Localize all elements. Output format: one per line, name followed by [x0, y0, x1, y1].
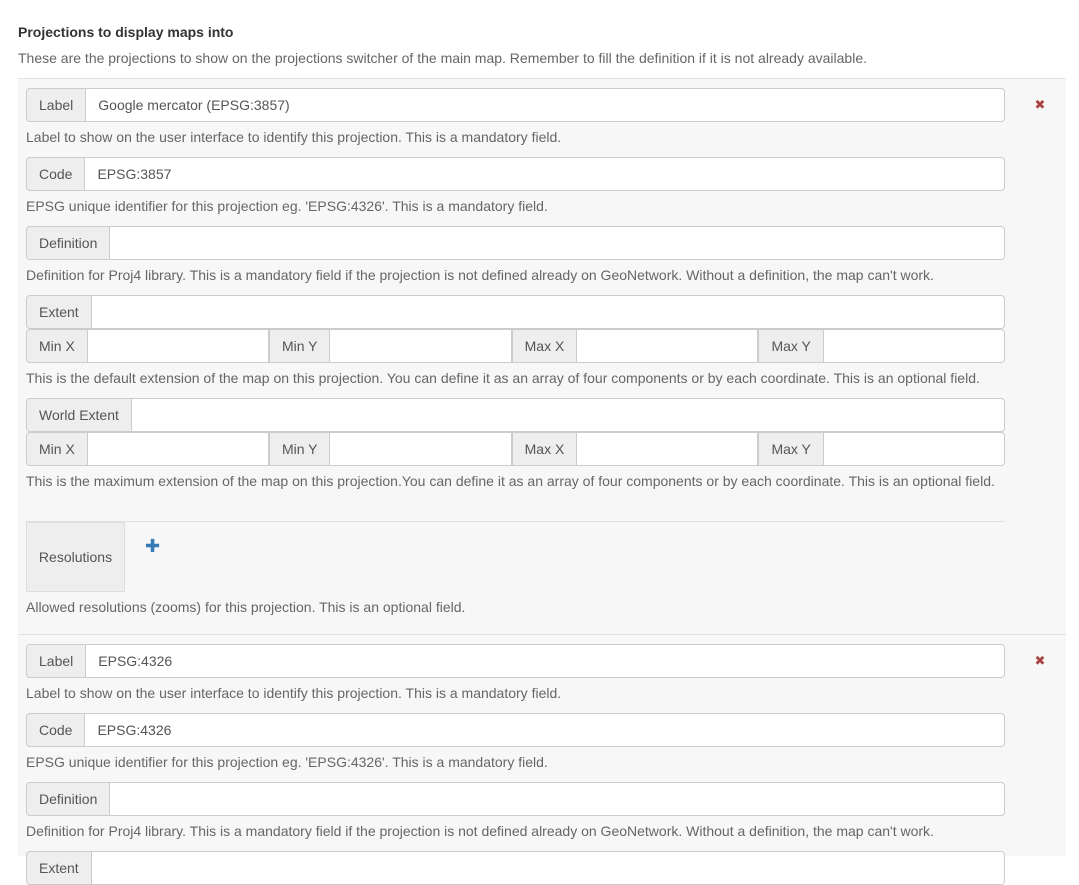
extent-addon: Extent: [26, 851, 92, 885]
code-help: EPSG unique identifier for this projecti…: [26, 754, 548, 770]
resolutions-group: Resolutions ✚: [26, 521, 1005, 592]
code-input[interactable]: [85, 713, 1005, 747]
label-addon: Label: [26, 644, 87, 678]
resolutions-addon: Resolutions: [26, 522, 125, 592]
remove-projection-icon[interactable]: ✖: [1034, 98, 1046, 111]
label-addon: Label: [26, 88, 87, 122]
world-extent-coordinates: Min X Min Y Max X Max Y: [26, 432, 1006, 466]
code-group: Code: [26, 157, 1005, 191]
code-addon: Code: [26, 713, 86, 747]
world-extent-help: This is the maximum extension of the map…: [26, 473, 995, 489]
label-group: Label: [26, 88, 1005, 122]
extent-coordinates: Min X Min Y Max X Max Y: [26, 329, 1006, 363]
label-input[interactable]: [86, 644, 1005, 678]
world-min-x-addon: Min X: [26, 432, 88, 466]
label-group: Label: [26, 644, 1005, 678]
max-y-input[interactable]: [823, 329, 1006, 363]
resolutions-help: Allowed resolutions (zooms) for this pro…: [26, 599, 466, 615]
code-addon: Code: [26, 157, 86, 191]
projection-panel: Label ✖ Label to show on the user interf…: [18, 634, 1066, 885]
definition-help: Definition for Proj4 library. This is a …: [26, 267, 934, 283]
add-resolution-icon[interactable]: ✚: [145, 537, 160, 555]
remove-projection-icon[interactable]: ✖: [1034, 654, 1046, 667]
max-x-addon: Max X: [511, 329, 578, 363]
definition-input[interactable]: [110, 782, 1005, 816]
world-extent-addon: World Extent: [26, 398, 132, 432]
extent-input[interactable]: [91, 851, 1005, 885]
world-min-y-addon: Min Y: [268, 432, 331, 466]
definition-group: Definition: [26, 226, 1005, 260]
min-y-input[interactable]: [330, 329, 512, 363]
world-min-y-input[interactable]: [330, 432, 512, 466]
definition-addon: Definition: [26, 226, 111, 260]
definition-help: Definition for Proj4 library. This is a …: [26, 823, 934, 839]
definition-input[interactable]: [110, 226, 1005, 260]
code-input[interactable]: [85, 157, 1005, 191]
world-max-x-addon: Max X: [511, 432, 578, 466]
extent-group: Extent: [26, 851, 1005, 885]
label-input[interactable]: [86, 88, 1005, 122]
definition-addon: Definition: [26, 782, 111, 816]
projection-panel: Label ✖ Label to show on the user interf…: [18, 78, 1066, 635]
max-y-addon: Max Y: [758, 329, 824, 363]
world-min-x-input[interactable]: [87, 432, 269, 466]
label-help: Label to show on the user interface to i…: [26, 129, 562, 145]
extent-help: This is the default extension of the map…: [26, 370, 980, 386]
world-max-y-addon: Max Y: [758, 432, 824, 466]
world-max-y-input[interactable]: [823, 432, 1006, 466]
definition-group: Definition: [26, 782, 1005, 816]
world-extent-input[interactable]: [131, 398, 1005, 432]
min-x-input[interactable]: [87, 329, 269, 363]
label-help: Label to show on the user interface to i…: [26, 685, 562, 701]
extent-addon: Extent: [26, 295, 92, 329]
min-x-addon: Min X: [26, 329, 88, 363]
world-max-x-input[interactable]: [577, 432, 759, 466]
section-title: Projections to display maps into: [18, 24, 234, 40]
code-group: Code: [26, 713, 1005, 747]
extent-group: Extent: [26, 295, 1005, 329]
min-y-addon: Min Y: [268, 329, 331, 363]
section-description: These are the projections to show on the…: [18, 50, 867, 66]
code-help: EPSG unique identifier for this projecti…: [26, 198, 548, 214]
extent-input[interactable]: [91, 295, 1005, 329]
max-x-input[interactable]: [577, 329, 759, 363]
world-extent-group: World Extent: [26, 398, 1005, 432]
